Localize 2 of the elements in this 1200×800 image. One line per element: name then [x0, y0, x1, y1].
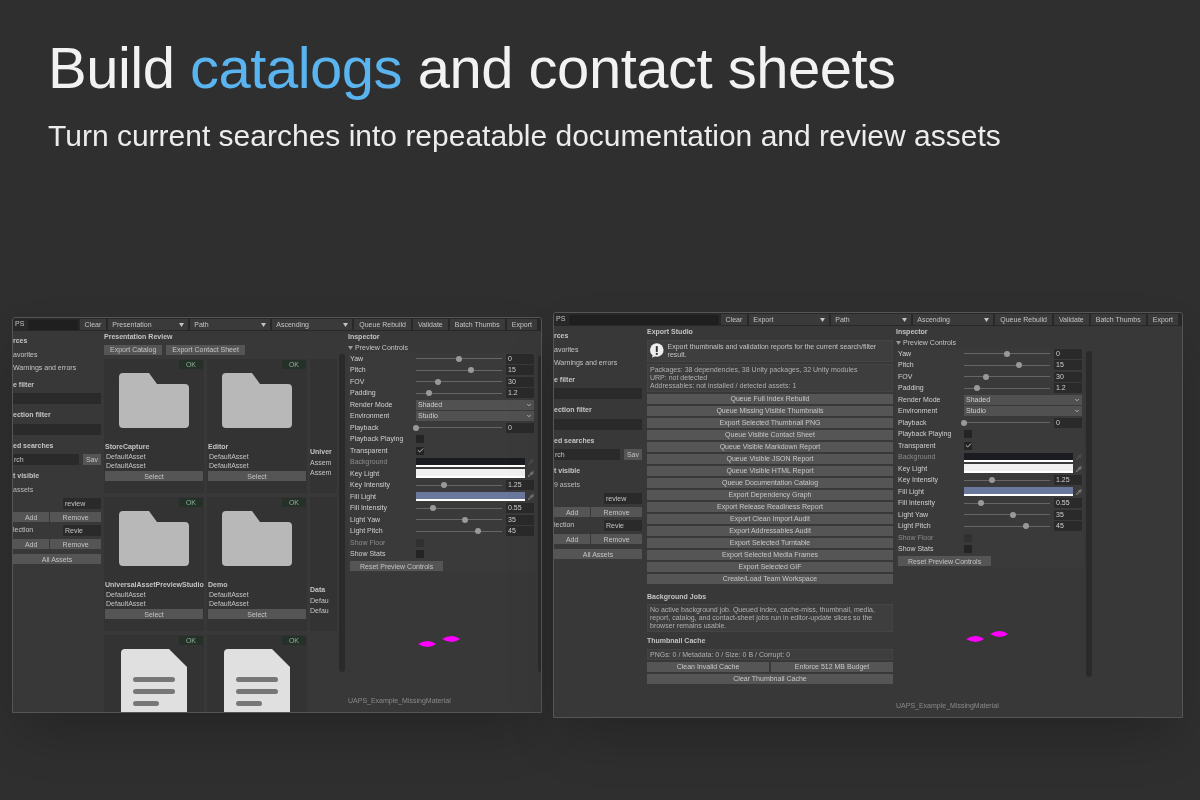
- subtitle: Turn current searches into repeatable documentation and review assets: [48, 117, 1002, 154]
- headline: Build catalogs and contact sheets: [48, 34, 897, 102]
